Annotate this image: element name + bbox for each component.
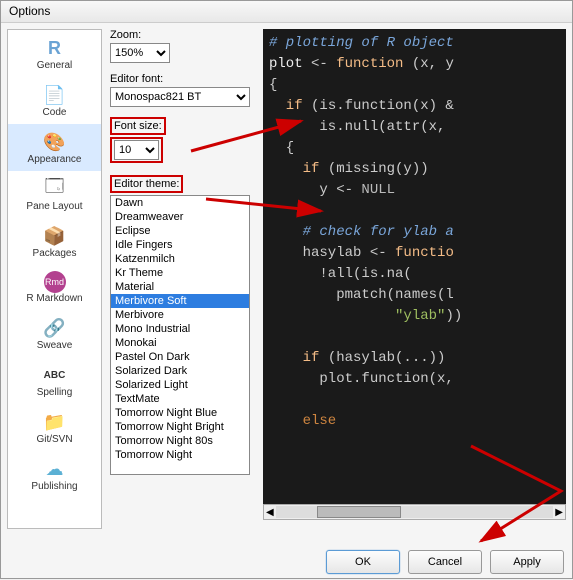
sidebar-item-label: Pane Layout [26, 201, 82, 212]
cancel-button[interactable]: Cancel [408, 550, 482, 574]
font-size-label: Font size: [114, 120, 162, 132]
sidebar-item-pane-layout[interactable]: 🗔 Pane Layout [8, 171, 101, 218]
theme-item[interactable]: Tomorrow Night Blue [111, 406, 249, 420]
theme-item[interactable]: Katzenmilch [111, 252, 249, 266]
panes-icon: 🗔 [43, 177, 67, 201]
scroll-left-icon[interactable]: ◀ [266, 507, 274, 518]
sidebar-item-appearance[interactable]: 🎨 Appearance [8, 124, 101, 171]
dialog-footer: OK Cancel Apply [326, 550, 564, 574]
apply-button[interactable]: Apply [490, 550, 564, 574]
theme-item[interactable]: Solarized Dark [111, 364, 249, 378]
theme-item[interactable]: Monokai [111, 336, 249, 350]
font-select[interactable]: Monospac821 BT [110, 87, 250, 107]
dialog-body: R General 📄 Code 🎨 Appearance 🗔 Pane Lay… [1, 23, 572, 535]
code-preview: # plotting of R object plot <- function … [263, 29, 566, 504]
zoom-label: Zoom: [110, 29, 261, 41]
sidebar-item-label: R Markdown [26, 293, 82, 304]
theme-item[interactable]: Solarized Light [111, 378, 249, 392]
theme-item[interactable]: Dreamweaver [111, 210, 249, 224]
theme-item[interactable]: Dawn [111, 196, 249, 210]
sidebar-item-git[interactable]: 📁 Git/SVN [8, 404, 101, 451]
theme-item[interactable]: Tomorrow Night 80s [111, 434, 249, 448]
theme-item[interactable]: Idle Fingers [111, 238, 249, 252]
sidebar-item-label: Spelling [37, 387, 73, 398]
sidebar-item-label: Appearance [28, 154, 82, 165]
window-title: Options [9, 4, 50, 18]
sidebar-item-sweave[interactable]: 🔗 Sweave [8, 310, 101, 357]
theme-item[interactable]: Eclipse [111, 224, 249, 238]
settings-column: Zoom: 150% Editor font: Monospac821 BT F… [108, 23, 263, 535]
theme-item[interactable]: Tomorrow Night [111, 448, 249, 462]
spelling-icon: ABC [43, 363, 67, 387]
theme-item[interactable]: TextMate [111, 392, 249, 406]
font-label: Editor font: [110, 73, 261, 85]
theme-label: Editor theme: [114, 178, 179, 190]
theme-list[interactable]: DawnDreamweaverEclipseIdle FingersKatzen… [110, 195, 250, 475]
theme-item[interactable]: Kr Theme [111, 266, 249, 280]
document-icon: 📄 [43, 83, 67, 107]
sidebar-item-label: Code [43, 107, 67, 118]
package-icon: 📦 [43, 224, 67, 248]
sidebar-item-code[interactable]: 📄 Code [8, 77, 101, 124]
sweave-icon: 🔗 [43, 316, 67, 340]
theme-item[interactable]: Merbivore Soft [111, 294, 249, 308]
sidebar-item-label: Sweave [37, 340, 73, 351]
theme-item[interactable]: Mono Industrial [111, 322, 249, 336]
zoom-select[interactable]: 150% [110, 43, 170, 63]
sidebar-item-label: General [37, 60, 73, 71]
sidebar-item-label: Packages [33, 248, 77, 259]
theme-item[interactable]: Tomorrow Night Bright [111, 420, 249, 434]
sidebar-item-rmarkdown[interactable]: Rmd R Markdown [8, 265, 101, 310]
sidebar-item-general[interactable]: R General [8, 30, 101, 77]
theme-item[interactable]: Merbivore [111, 308, 249, 322]
preview-pane: # plotting of R object plot <- function … [263, 29, 566, 529]
sidebar-item-packages[interactable]: 📦 Packages [8, 218, 101, 265]
sidebar-item-label: Git/SVN [36, 434, 72, 445]
theme-item[interactable]: Pastel On Dark [111, 350, 249, 364]
sidebar-item-label: Publishing [31, 481, 77, 492]
scroll-right-icon[interactable]: ▶ [555, 507, 563, 518]
ok-button[interactable]: OK [326, 550, 400, 574]
theme-item[interactable]: Material [111, 280, 249, 294]
horizontal-scrollbar[interactable]: ◀ ▶ [263, 504, 566, 520]
r-icon: R [43, 36, 67, 60]
git-icon: 📁 [43, 410, 67, 434]
rmd-icon: Rmd [44, 271, 66, 293]
sidebar-item-spelling[interactable]: ABC Spelling [8, 357, 101, 404]
sidebar-item-publishing[interactable]: ☁ Publishing [8, 451, 101, 498]
publishing-icon: ☁ [43, 457, 67, 481]
options-dialog: Options R General 📄 Code 🎨 Appearance 🗔 … [0, 0, 573, 579]
appearance-icon: 🎨 [43, 130, 67, 154]
font-size-select[interactable]: 10 [114, 140, 159, 160]
category-sidebar: R General 📄 Code 🎨 Appearance 🗔 Pane Lay… [7, 29, 102, 529]
title-bar: Options [1, 1, 572, 23]
